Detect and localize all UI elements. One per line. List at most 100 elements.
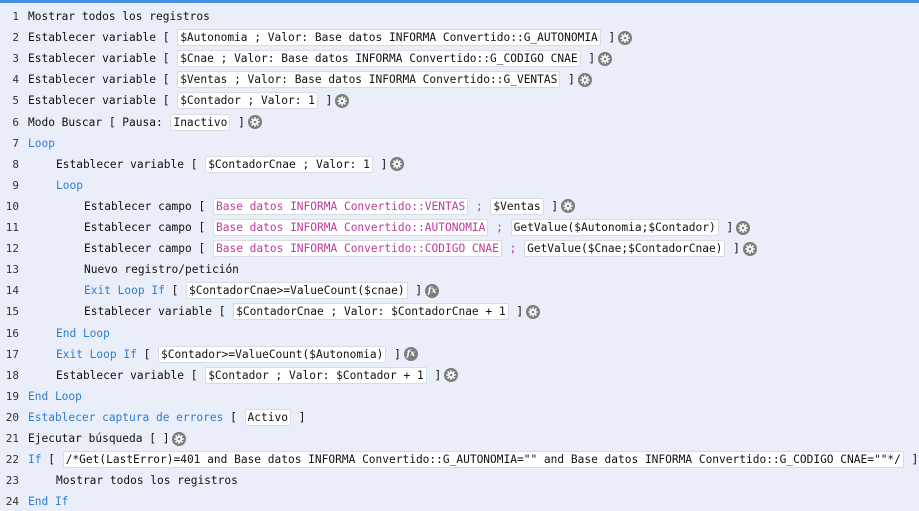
step-parameter[interactable]: /*Get(LastError)=401 and Base datos INFO… (62, 451, 904, 469)
step-parameter[interactable]: $Contador ; Valor: $Contador + 1 (205, 366, 427, 384)
script-step[interactable]: 23 Mostrar todos los registros (0, 470, 919, 491)
script-step[interactable]: 7 Loop (0, 133, 919, 154)
step-parameter[interactable]: GetValue($Autonomia;$Contador) (510, 219, 719, 236)
script-step[interactable]: 18 Establecer variable [ $Contador ; Val… (0, 365, 919, 386)
fx-icon[interactable]: fx (425, 283, 440, 298)
line-number: 18 (5, 368, 19, 382)
step-parameter[interactable]: $Cnae ; Valor: Base datos INFORMA Conver… (177, 50, 581, 68)
script-editor[interactable]: 1 Mostrar todos los registros 2 Establec… (0, 0, 919, 511)
script-step[interactable]: 16 End Loop (0, 323, 919, 344)
script-step[interactable]: 3 Establecer variable [ $Cnae ; Valor: B… (0, 48, 919, 69)
control-keyword: End Loop (56, 326, 110, 340)
step-parameter[interactable]: $Ventas ; Valor: Base datos INFORMA Conv… (177, 71, 561, 89)
step-text: ] (726, 242, 740, 256)
step-text: ] (427, 368, 442, 382)
step-text: Ejecutar búsqueda [ ] (28, 432, 170, 445)
script-step[interactable]: 21 Ejecutar búsqueda [ ] (0, 428, 919, 449)
gear-icon[interactable] (247, 115, 262, 129)
step-text: [ (136, 347, 158, 361)
gear-icon[interactable] (172, 431, 187, 446)
script-step[interactable]: 22 If [ /*Get(LastError)=401 and Base da… (0, 449, 919, 470)
step-content: Loop (56, 179, 83, 192)
step-text: [ (223, 410, 244, 424)
step-text: ] (561, 73, 575, 87)
script-step[interactable]: 13 Nuevo registro/petición (0, 259, 919, 280)
script-step[interactable]: 10 Establecer campo [ Base datos INFORMA… (0, 196, 919, 217)
step-text: ] (231, 115, 245, 129)
script-step[interactable]: 17 Exit Loop If [ $Contador>=ValueCount(… (0, 344, 919, 365)
script-step[interactable]: 15 Establecer variable [ $ContadorCnae ;… (0, 301, 919, 322)
step-parameter[interactable]: $Ventas (490, 197, 544, 215)
step-text: ] (291, 410, 306, 424)
step-content: End Loop (28, 390, 82, 403)
gear-icon[interactable] (444, 368, 459, 383)
script-step[interactable]: 11 Establecer campo [ Base datos INFORMA… (0, 217, 919, 238)
script-step[interactable]: 8 Establecer variable [ $ContadorCnae ; … (0, 154, 919, 175)
line-number: 12 (5, 242, 19, 256)
step-parameter[interactable]: $Contador>=ValueCount($Autonomia) (158, 345, 387, 363)
step-text: ] (387, 347, 401, 361)
gear-icon[interactable] (335, 93, 350, 108)
step-text: Establecer campo [ (84, 221, 212, 234)
step-text: ] (509, 305, 524, 319)
gear-icon[interactable] (598, 51, 613, 66)
line-number: 6 (12, 115, 19, 129)
script-step[interactable]: 1 Mostrar todos los registros (0, 6, 919, 27)
control-keyword: End Loop (28, 389, 82, 403)
step-text: Establecer variable [ (28, 94, 177, 108)
step-content: Establecer variable [ $ContadorCnae ; Va… (56, 155, 405, 173)
gear-icon[interactable] (526, 304, 541, 319)
step-parameter[interactable]: $Contador ; Valor: 1 (177, 92, 318, 110)
step-text: Modo Buscar [ Pausa: (28, 115, 170, 129)
script-step[interactable]: 24 End If (0, 491, 919, 511)
script-step[interactable]: 9 Loop (0, 175, 919, 196)
line-number: 4 (12, 73, 19, 87)
step-parameter[interactable]: Activo (244, 408, 291, 426)
gear-icon[interactable] (561, 199, 576, 214)
script-step[interactable]: 6 Modo Buscar [ Pausa: Inactivo ] (0, 112, 919, 133)
step-text: Establecer variable [ (56, 157, 205, 171)
script-step[interactable]: 5 Establecer variable [ $Contador ; Valo… (0, 90, 919, 111)
line-number: 8 (12, 157, 19, 171)
step-parameter[interactable]: Inactivo (170, 113, 231, 131)
script-step[interactable]: 14 Exit Loop If [ $ContadorCnae>=ValueCo… (0, 280, 919, 301)
step-content: Establecer variable [ $Ventas ; Valor: B… (28, 71, 592, 89)
step-content: Establecer campo [ Base datos INFORMA Co… (84, 240, 757, 258)
line-number: 10 (5, 199, 19, 213)
step-content: Nuevo registro/petición (84, 263, 239, 276)
gear-icon[interactable] (742, 241, 757, 256)
step-text: ] (719, 221, 734, 234)
script-step[interactable]: 4 Establecer variable [ $Ventas ; Valor:… (0, 69, 919, 90)
step-text: Establecer variable [ (28, 52, 177, 66)
script-step[interactable]: 19 End Loop (0, 386, 919, 407)
gear-icon[interactable] (618, 30, 633, 45)
step-parameter[interactable]: $ContadorCnae ; Valor: $ContadorCnae + 1 (233, 303, 509, 321)
script-step[interactable]: 20 Establecer captura de errores [ Activ… (0, 407, 919, 428)
step-parameter[interactable]: GetValue($Cnae;$ContadorCnae) (524, 240, 726, 258)
line-number: 22 (5, 453, 19, 467)
fx-icon[interactable]: fx (403, 347, 418, 362)
line-number: 21 (5, 432, 19, 445)
gear-icon[interactable] (577, 72, 592, 87)
line-number: 3 (12, 52, 19, 66)
step-parameter[interactable]: Base datos INFORMA Convertido::VENTAS (212, 197, 469, 215)
gear-icon[interactable] (736, 220, 751, 235)
step-parameter[interactable]: $ContadorCnae ; Valor: 1 (205, 155, 373, 173)
step-text: [ (164, 284, 186, 298)
step-text: ; (469, 199, 490, 213)
control-keyword: If (28, 453, 42, 467)
control-keyword: Loop (56, 178, 83, 192)
line-number: 7 (12, 136, 19, 150)
step-content: Loop (28, 137, 55, 150)
step-text: Establecer variable [ (28, 73, 177, 87)
line-number: 20 (5, 410, 19, 424)
step-text: [ (41, 453, 62, 467)
script-step[interactable]: 2 Establecer variable [ $Autonomia ; Val… (0, 27, 919, 48)
step-parameter[interactable]: $ContadorCnae>=ValueCount($cnae) (186, 282, 408, 300)
step-parameter[interactable]: Base datos INFORMA Convertido::AUTONOMIA (212, 219, 489, 236)
script-step[interactable]: 12 Establecer campo [ Base datos INFORMA… (0, 238, 919, 259)
line-number: 14 (5, 284, 19, 298)
gear-icon[interactable] (390, 157, 405, 172)
step-parameter[interactable]: $Autonomia ; Valor: Base datos INFORMA C… (177, 29, 601, 47)
step-parameter[interactable]: Base datos INFORMA Convertido::CODIGO CN… (212, 240, 502, 258)
